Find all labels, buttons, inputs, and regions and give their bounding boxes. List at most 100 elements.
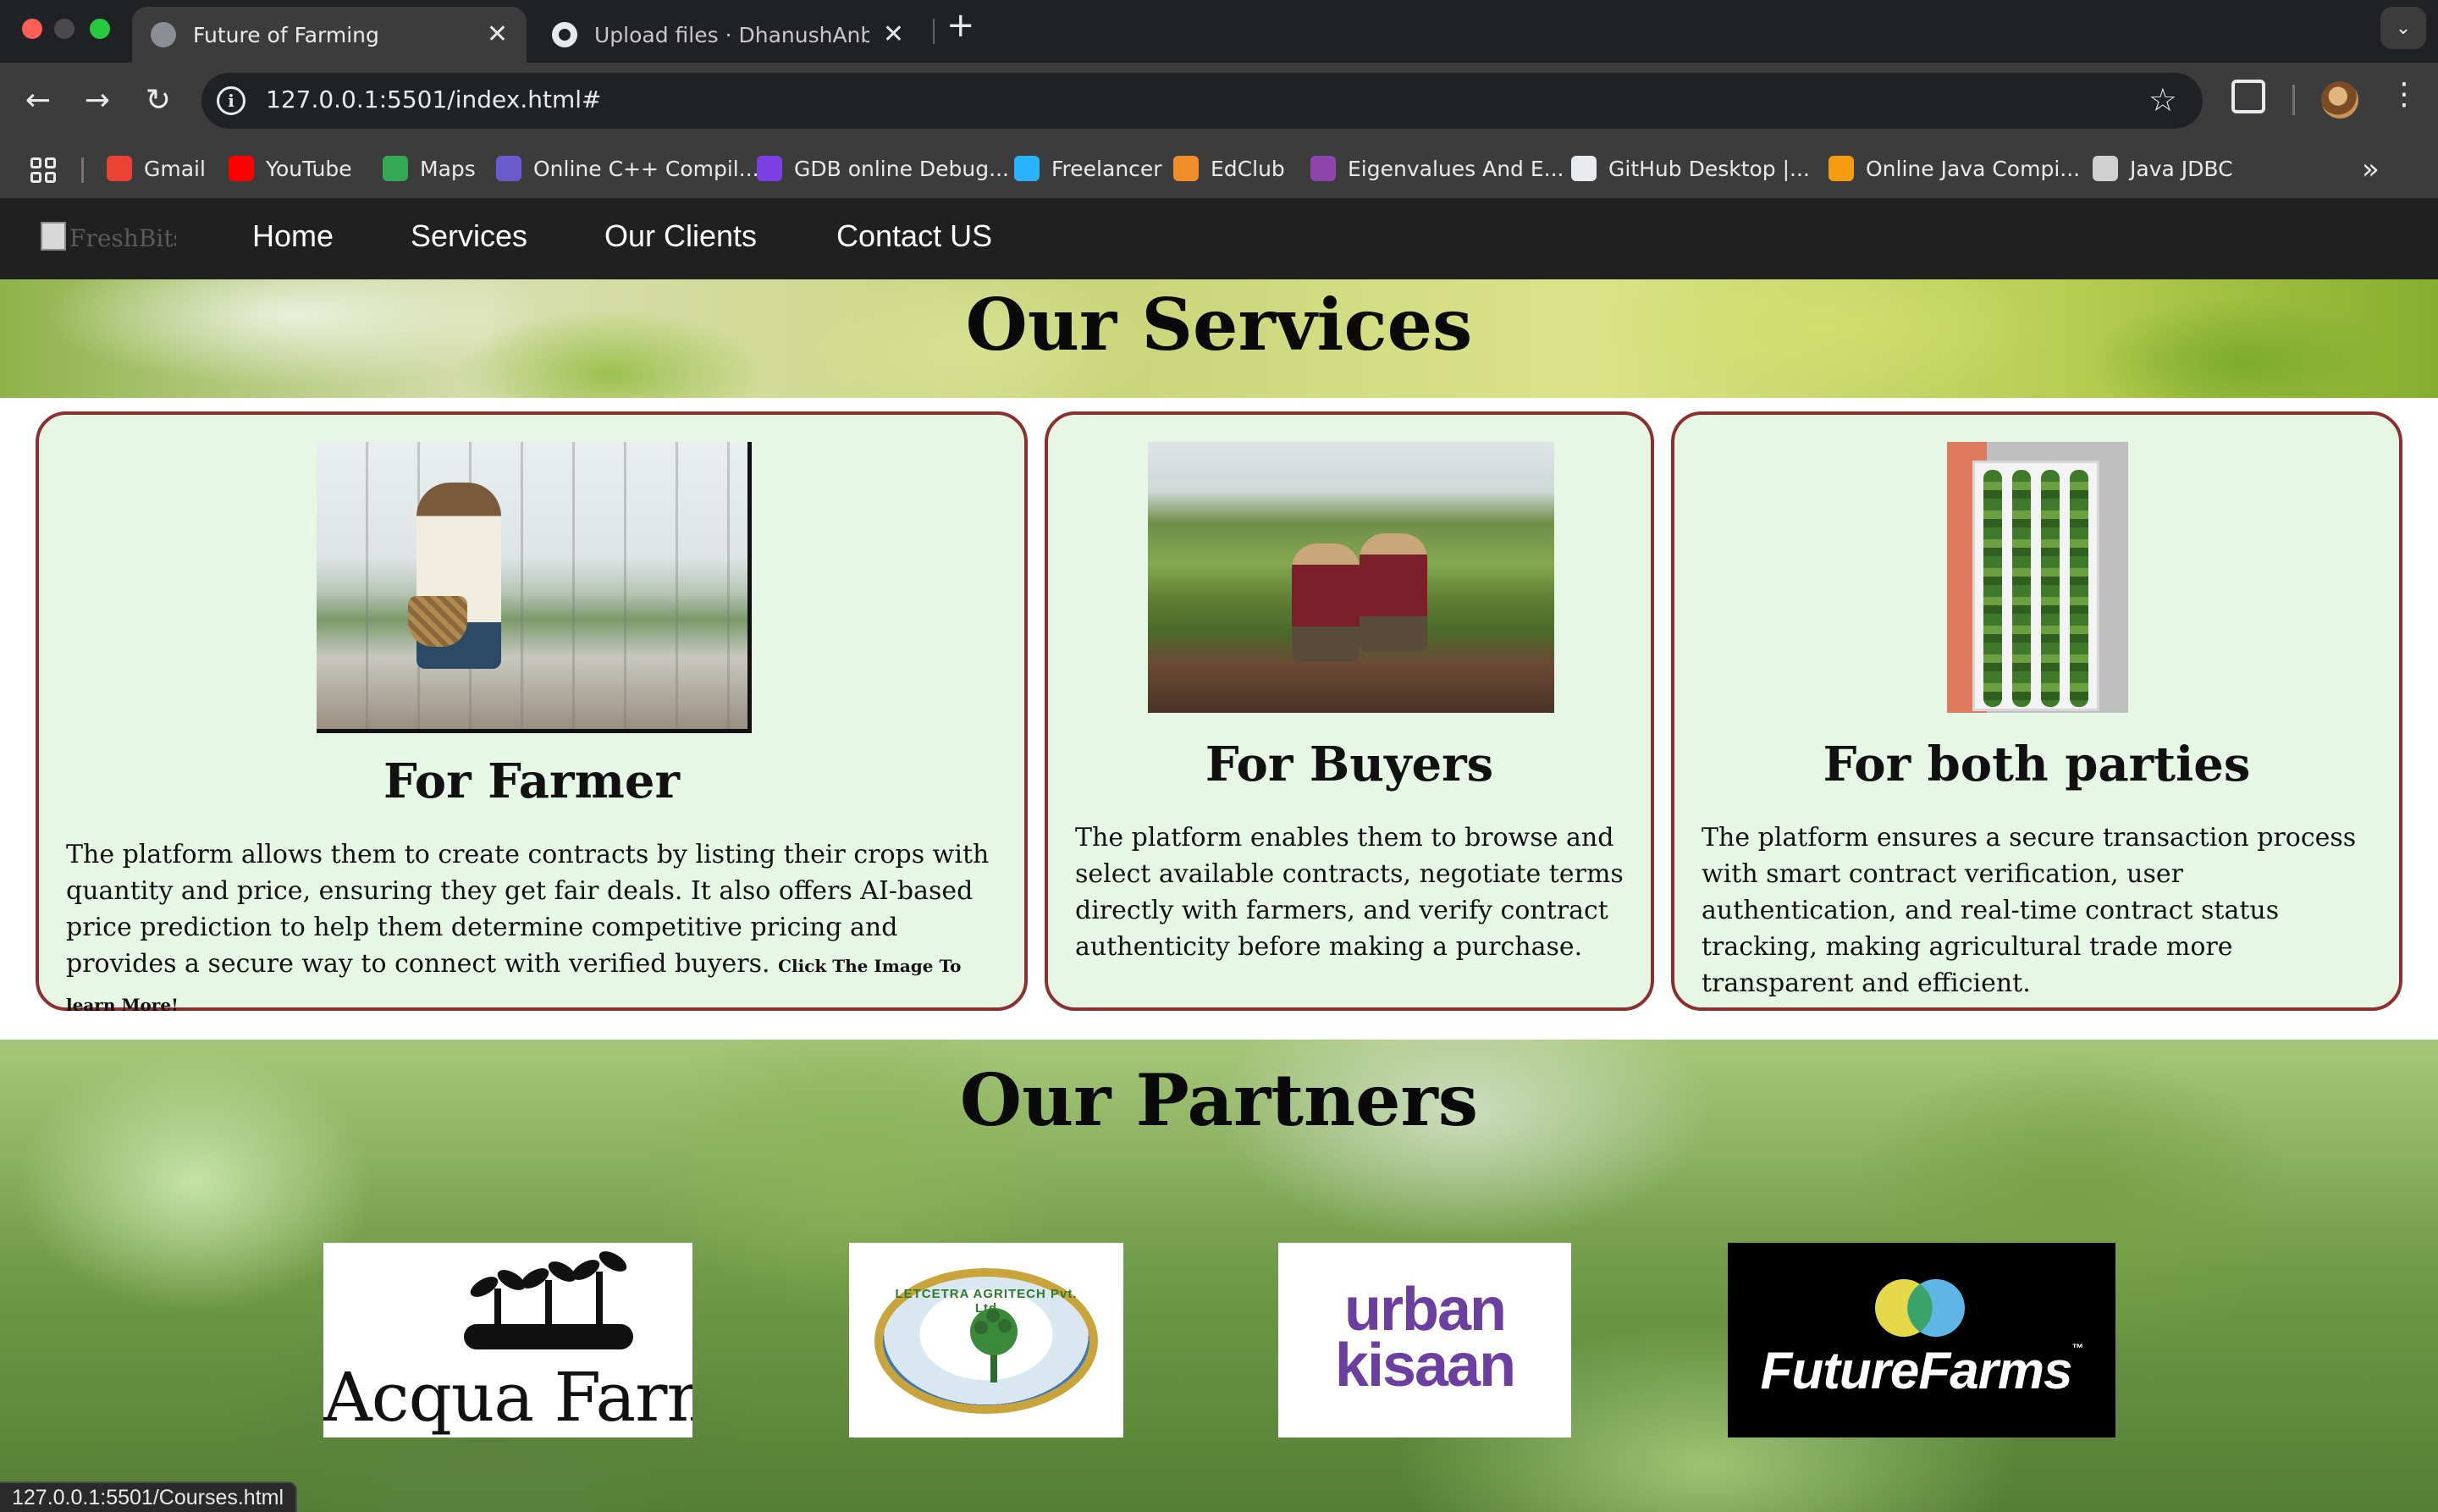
partners-heading: Our Partners	[959, 1058, 1479, 1142]
browser-tab-bar: Future of Farming ✕ Upload files · Dhanu…	[0, 0, 2438, 63]
browser-menu-icon[interactable]: ⋮	[2389, 80, 2419, 110]
partner-name: urban kisaan	[1334, 1276, 1516, 1399]
partner-logo-letcetra-agritech[interactable]: LETCETRA AGRITECH Pvt. Ltd	[849, 1243, 1123, 1438]
bookmark-label: YouTube	[266, 156, 352, 181]
minimize-window-button[interactable]	[54, 19, 74, 39]
worker-figure	[1292, 544, 1360, 662]
bookmark-item[interactable]: GDB online Debug...	[757, 153, 1009, 184]
basket-shape	[408, 596, 467, 647]
trademark-symbol: ™	[2071, 1341, 2083, 1355]
card-title: For Farmer	[383, 753, 680, 809]
tab-upload-files[interactable]: Upload files · DhanushAnbalagan ✕	[533, 7, 923, 63]
bookmark-label: GDB online Debug...	[794, 156, 1009, 181]
youtube-icon	[229, 156, 254, 181]
website-viewport: FreshBits Home Services Our Clients Cont…	[0, 198, 2438, 1512]
java-jdbc-icon	[2093, 156, 2118, 181]
status-bar-link-preview: 127.0.0.1:5501/Courses.html	[0, 1482, 298, 1512]
bookmark-label: Maps	[420, 156, 476, 181]
java-compiler-icon	[1828, 156, 1854, 181]
site-logo-broken-image[interactable]: FreshBits	[41, 222, 176, 256]
bookmark-item[interactable]: EdClub	[1173, 153, 1285, 184]
bookmark-item[interactable]: Freelancer	[1014, 153, 1162, 184]
nav-link-home[interactable]: Home	[252, 218, 334, 254]
bookmark-item[interactable]: Maps	[383, 153, 476, 184]
more-bookmarks-icon[interactable]: »	[2362, 152, 2380, 186]
bookmark-item[interactable]: YouTube	[229, 153, 352, 184]
bookmark-label: Eigenvalues And E...	[1348, 156, 1564, 181]
tree-icon	[970, 1308, 1018, 1382]
url-text[interactable]: 127.0.0.1:5501/index.html#	[266, 86, 601, 113]
toolbar-divider	[2292, 85, 2295, 115]
card-description-text: The platform ensures a secure transactio…	[1702, 823, 2357, 998]
worker-figure	[1360, 533, 1427, 652]
partners-section: Our Partners Acqua Farms LETCETRA AGRITE…	[0, 1040, 2438, 1512]
tab-search-button[interactable]: ⌄	[2380, 7, 2426, 49]
services-heading: Our Services	[965, 283, 1473, 367]
bookmark-star-icon[interactable]: ☆	[2148, 81, 2177, 119]
tab-title: Future of Farming	[193, 22, 379, 47]
cpp-compiler-icon	[496, 156, 521, 181]
github-icon	[1571, 156, 1597, 181]
globe-icon	[151, 22, 176, 47]
greenhouse-farmer-image[interactable]	[317, 442, 752, 733]
maximize-window-button[interactable]	[90, 19, 110, 39]
close-tab-icon[interactable]: ✕	[487, 22, 508, 47]
nav-link-our-clients[interactable]: Our Clients	[604, 218, 757, 254]
gmail-icon	[107, 156, 132, 181]
profile-avatar[interactable]	[2321, 81, 2358, 119]
bookmark-item[interactable]: Online C++ Compil...	[496, 153, 759, 184]
maps-icon	[383, 156, 408, 181]
site-info-icon[interactable]: i	[217, 86, 245, 115]
partner-name: Acqua Farms	[323, 1358, 692, 1437]
overlapping-circles-icon	[1875, 1279, 1965, 1337]
address-bar[interactable]: i 127.0.0.1:5501/index.html# ☆	[201, 73, 2203, 129]
partner-logo-acqua-farms[interactable]: Acqua Farms	[323, 1243, 692, 1438]
bookmark-item[interactable]: Online Java Compi...	[1828, 153, 2080, 184]
close-window-button[interactable]	[22, 19, 42, 39]
site-navbar: FreshBits Home Services Our Clients Cont…	[0, 198, 2438, 279]
bookmark-item[interactable]: Gmail	[107, 153, 206, 184]
tab-divider	[933, 19, 935, 44]
nav-link-services[interactable]: Services	[411, 218, 527, 254]
partner-logo-future-farms[interactable]: FutureFarms™	[1728, 1243, 2115, 1438]
bookmark-label: Gmail	[144, 156, 206, 181]
service-card-buyers: For Buyers The platform enables them to …	[1045, 411, 1654, 1011]
close-tab-icon[interactable]: ✕	[883, 22, 904, 47]
bookmarks-divider	[81, 157, 84, 183]
new-tab-button[interactable]: +	[946, 8, 975, 42]
reload-button[interactable]: ↻	[139, 81, 178, 120]
tab-future-of-farming[interactable]: Future of Farming ✕	[132, 7, 527, 63]
partner-logo-urban-kisaan[interactable]: urban kisaan	[1278, 1243, 1571, 1438]
bookmark-item[interactable]: Java JDBC	[2093, 153, 2233, 184]
back-button[interactable]: ←	[19, 81, 58, 120]
vertical-garden-image[interactable]	[1947, 442, 2128, 713]
browser-toolbar: ← → ↻ i 127.0.0.1:5501/index.html# ☆ ⋮	[0, 63, 2438, 139]
bookmark-item[interactable]: Eigenvalues And E...	[1310, 153, 1564, 184]
bookmark-label: Java JDBC	[2130, 156, 2233, 181]
apps-grid-icon[interactable]	[30, 157, 56, 183]
bookmarks-bar: Gmail YouTube Maps Online C++ Compil... GDB …	[0, 139, 2438, 198]
card-title: For Buyers	[1205, 737, 1494, 792]
letcetra-emblem: LETCETRA AGRITECH Pvt. Ltd	[874, 1268, 1098, 1414]
partner-name-wrapper: FutureFarms™	[1728, 1341, 2115, 1401]
bookmark-label: Online Java Compi...	[1866, 156, 2081, 181]
card-description: The platform allows them to create contr…	[66, 836, 1001, 1024]
freelancer-icon	[1014, 156, 1040, 181]
partner-name: FutureFarms	[1760, 1342, 2073, 1400]
bookmark-label: GitHub Desktop |...	[1608, 156, 1810, 181]
service-card-farmer: For Farmer The platform allows them to c…	[36, 411, 1028, 1015]
bookmark-item[interactable]: GitHub Desktop |...	[1571, 153, 1810, 184]
nav-link-contact-us[interactable]: Contact US	[836, 218, 992, 254]
service-card-both-parties: For both parties The platform ensures a …	[1671, 411, 2402, 1011]
edclub-icon	[1173, 156, 1199, 181]
extensions-icon[interactable]	[2231, 80, 2265, 113]
field-workers-image[interactable]	[1148, 442, 1554, 713]
bookmark-label: Freelancer	[1051, 156, 1162, 181]
bookmark-label: EdClub	[1211, 156, 1285, 181]
bookmark-label: Online C++ Compil...	[533, 156, 759, 181]
forward-button[interactable]: →	[78, 81, 117, 120]
vertical-garden-panel	[1972, 461, 2099, 711]
card-description-text: The platform enables them to browse and …	[1075, 823, 1624, 962]
tab-title: Upload files · DhanushAnbalagan	[594, 22, 869, 47]
gdb-icon	[757, 156, 782, 181]
